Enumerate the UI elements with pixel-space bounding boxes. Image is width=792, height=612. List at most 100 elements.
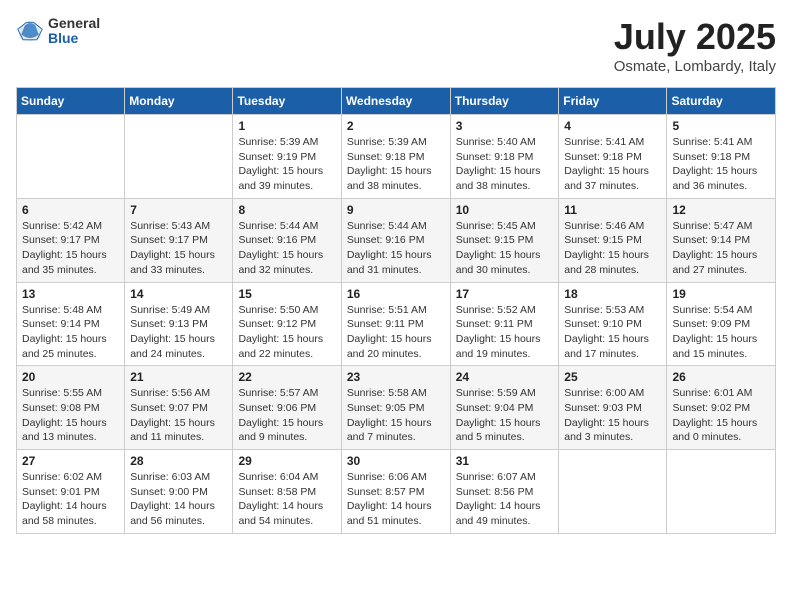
day-number: 11	[564, 203, 661, 217]
day-number: 24	[456, 370, 554, 384]
day-number: 9	[347, 203, 445, 217]
calendar-day-cell: 4 Sunrise: 5:41 AM Sunset: 9:18 PM Daylig…	[559, 115, 667, 199]
day-detail: Sunrise: 5:44 AM Sunset: 9:16 PM Dayligh…	[238, 219, 335, 278]
title-block: July 2025 Osmate, Lombardy, Italy	[614, 16, 776, 75]
day-detail: Sunrise: 6:00 AM Sunset: 9:03 PM Dayligh…	[564, 386, 661, 445]
calendar-day-cell: 17 Sunrise: 5:52 AM Sunset: 9:11 PM Dayli…	[450, 282, 559, 366]
calendar-day-cell: 3Sunrise: 5:40 AM Sunset: 9:18 PM Daylig…	[450, 115, 559, 199]
day-number: 30	[347, 454, 445, 468]
day-number: 7	[130, 203, 227, 217]
day-detail: Sunrise: 5:57 AM Sunset: 9:06 PM Dayligh…	[238, 386, 335, 445]
day-detail: Sunrise: 5:54 AM Sunset: 9:09 PM Dayligh…	[672, 303, 770, 362]
day-number: 27	[22, 454, 119, 468]
calendar-table: SundayMondayTuesdayWednesdayThursdayFrid…	[16, 87, 776, 534]
day-number: 8	[238, 203, 335, 217]
calendar-day-cell: 27 Sunrise: 6:02 AM Sunset: 9:01 PM Dayli…	[17, 450, 125, 534]
calendar-week-row: 1 Sunrise: 5:39 AM Sunset: 9:19 PM Daylig…	[17, 115, 776, 199]
day-detail: Sunrise: 6:06 AM Sunset: 8:57 PM Dayligh…	[347, 470, 445, 529]
logo: General Blue	[16, 16, 100, 47]
calendar-day-cell	[17, 115, 125, 199]
day-detail: Sunrise: 5:41 AM Sunset: 9:18 PM Dayligh…	[564, 135, 661, 194]
month-title: July 2025	[614, 16, 776, 58]
calendar-day-cell: 22 Sunrise: 5:57 AM Sunset: 9:06 PM Dayli…	[233, 366, 341, 450]
logo-text: General Blue	[48, 16, 100, 47]
calendar-day-cell: 18 Sunrise: 5:53 AM Sunset: 9:10 PM Dayli…	[559, 282, 667, 366]
day-detail: Sunrise: 5:50 AM Sunset: 9:12 PM Dayligh…	[238, 303, 335, 362]
calendar-day-cell: 8 Sunrise: 5:44 AM Sunset: 9:16 PM Daylig…	[233, 198, 341, 282]
weekday-header: Wednesday	[341, 88, 450, 115]
weekday-header: Saturday	[667, 88, 776, 115]
calendar-day-cell: 20 Sunrise: 5:55 AM Sunset: 9:08 PM Dayli…	[17, 366, 125, 450]
calendar-day-cell	[559, 450, 667, 534]
day-detail: Sunrise: 5:52 AM Sunset: 9:11 PM Dayligh…	[456, 303, 554, 362]
day-number: 5	[672, 119, 770, 133]
page-header: General Blue July 2025 Osmate, Lombardy,…	[16, 16, 776, 75]
day-detail: Sunrise: 5:55 AM Sunset: 9:08 PM Dayligh…	[22, 386, 119, 445]
day-number: 1	[238, 119, 335, 133]
day-number: 29	[238, 454, 335, 468]
day-number: 28	[130, 454, 227, 468]
day-number: 16	[347, 287, 445, 301]
day-detail: Sunrise: 5:49 AM Sunset: 9:13 PM Dayligh…	[130, 303, 227, 362]
day-detail: Sunrise: 5:48 AM Sunset: 9:14 PM Dayligh…	[22, 303, 119, 362]
calendar-day-cell: 19 Sunrise: 5:54 AM Sunset: 9:09 PM Dayli…	[667, 282, 776, 366]
weekday-header: Monday	[125, 88, 233, 115]
day-number: 12	[672, 203, 770, 217]
location: Osmate, Lombardy, Italy	[614, 58, 776, 75]
calendar-day-cell: 15Sunrise: 5:50 AM Sunset: 9:12 PM Dayli…	[233, 282, 341, 366]
calendar-day-cell: 5 Sunrise: 5:41 AM Sunset: 9:18 PM Daylig…	[667, 115, 776, 199]
calendar-week-row: 27 Sunrise: 6:02 AM Sunset: 9:01 PM Dayli…	[17, 450, 776, 534]
day-number: 22	[238, 370, 335, 384]
calendar-day-cell: 26 Sunrise: 6:01 AM Sunset: 9:02 PM Dayli…	[667, 366, 776, 450]
day-number: 20	[22, 370, 119, 384]
day-detail: Sunrise: 6:02 AM Sunset: 9:01 PM Dayligh…	[22, 470, 119, 529]
calendar-day-cell: 7 Sunrise: 5:43 AM Sunset: 9:17 PM Daylig…	[125, 198, 233, 282]
day-detail: Sunrise: 5:47 AM Sunset: 9:14 PM Dayligh…	[672, 219, 770, 278]
logo-general-text: General	[48, 16, 100, 31]
day-detail: Sunrise: 5:46 AM Sunset: 9:15 PM Dayligh…	[564, 219, 661, 278]
day-detail: Sunrise: 5:43 AM Sunset: 9:17 PM Dayligh…	[130, 219, 227, 278]
calendar-day-cell: 28 Sunrise: 6:03 AM Sunset: 9:00 PM Dayli…	[125, 450, 233, 534]
day-number: 26	[672, 370, 770, 384]
day-detail: Sunrise: 5:58 AM Sunset: 9:05 PM Dayligh…	[347, 386, 445, 445]
day-number: 17	[456, 287, 554, 301]
calendar-day-cell: 1 Sunrise: 5:39 AM Sunset: 9:19 PM Daylig…	[233, 115, 341, 199]
weekday-header: Thursday	[450, 88, 559, 115]
weekday-header: Friday	[559, 88, 667, 115]
day-number: 25	[564, 370, 661, 384]
day-number: 4	[564, 119, 661, 133]
weekday-header: Sunday	[17, 88, 125, 115]
day-detail: Sunrise: 5:39 AM Sunset: 9:18 PM Dayligh…	[347, 135, 445, 194]
day-detail: Sunrise: 6:07 AM Sunset: 8:56 PM Dayligh…	[456, 470, 554, 529]
day-detail: Sunrise: 5:41 AM Sunset: 9:18 PM Dayligh…	[672, 135, 770, 194]
calendar-week-row: 6Sunrise: 5:42 AM Sunset: 9:17 PM Daylig…	[17, 198, 776, 282]
calendar-day-cell	[667, 450, 776, 534]
logo-icon	[16, 17, 44, 45]
calendar-day-cell: 12 Sunrise: 5:47 AM Sunset: 9:14 PM Dayli…	[667, 198, 776, 282]
day-detail: Sunrise: 5:59 AM Sunset: 9:04 PM Dayligh…	[456, 386, 554, 445]
day-number: 2	[347, 119, 445, 133]
day-detail: Sunrise: 6:01 AM Sunset: 9:02 PM Dayligh…	[672, 386, 770, 445]
day-detail: Sunrise: 5:51 AM Sunset: 9:11 PM Dayligh…	[347, 303, 445, 362]
day-detail: Sunrise: 5:39 AM Sunset: 9:19 PM Dayligh…	[238, 135, 335, 194]
calendar-day-cell: 23Sunrise: 5:58 AM Sunset: 9:05 PM Dayli…	[341, 366, 450, 450]
calendar-day-cell: 10 Sunrise: 5:45 AM Sunset: 9:15 PM Dayli…	[450, 198, 559, 282]
day-detail: Sunrise: 5:45 AM Sunset: 9:15 PM Dayligh…	[456, 219, 554, 278]
day-detail: Sunrise: 5:44 AM Sunset: 9:16 PM Dayligh…	[347, 219, 445, 278]
day-detail: Sunrise: 6:04 AM Sunset: 8:58 PM Dayligh…	[238, 470, 335, 529]
day-detail: Sunrise: 6:03 AM Sunset: 9:00 PM Dayligh…	[130, 470, 227, 529]
calendar-day-cell: 9 Sunrise: 5:44 AM Sunset: 9:16 PM Daylig…	[341, 198, 450, 282]
calendar-day-cell: 30 Sunrise: 6:06 AM Sunset: 8:57 PM Dayli…	[341, 450, 450, 534]
day-number: 13	[22, 287, 119, 301]
day-number: 10	[456, 203, 554, 217]
day-number: 19	[672, 287, 770, 301]
weekday-header: Tuesday	[233, 88, 341, 115]
calendar-day-cell: 24 Sunrise: 5:59 AM Sunset: 9:04 PM Dayli…	[450, 366, 559, 450]
calendar-day-cell: 13 Sunrise: 5:48 AM Sunset: 9:14 PM Dayli…	[17, 282, 125, 366]
day-number: 21	[130, 370, 227, 384]
day-detail: Sunrise: 5:53 AM Sunset: 9:10 PM Dayligh…	[564, 303, 661, 362]
calendar-header-row: SundayMondayTuesdayWednesdayThursdayFrid…	[17, 88, 776, 115]
day-detail: Sunrise: 5:40 AM Sunset: 9:18 PM Dayligh…	[456, 135, 554, 194]
calendar-day-cell: 29 Sunrise: 6:04 AM Sunset: 8:58 PM Dayli…	[233, 450, 341, 534]
day-number: 18	[564, 287, 661, 301]
